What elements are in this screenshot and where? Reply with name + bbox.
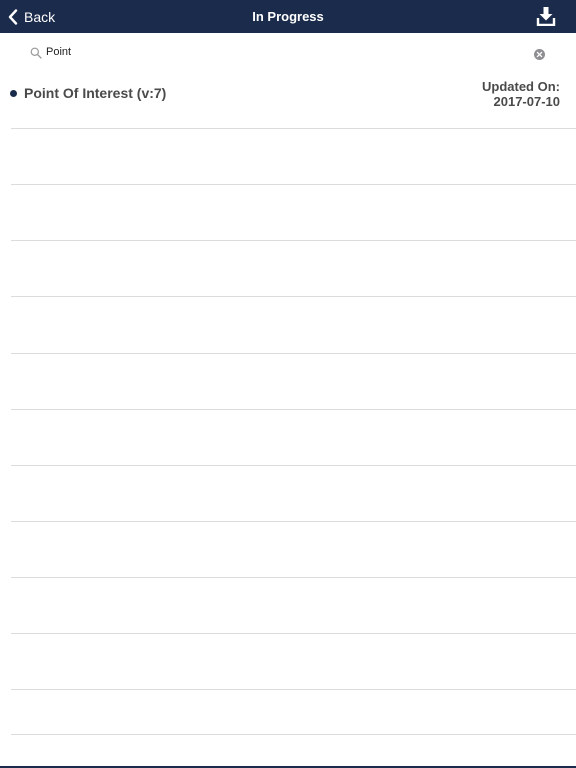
- empty-list-row: [0, 241, 576, 296]
- clear-circle-icon: [534, 49, 545, 60]
- app-root: Back In Progress Point Point Of Interest…: [0, 0, 576, 768]
- updated-label: Updated On:: [482, 79, 560, 94]
- empty-list-row: [0, 690, 576, 745]
- empty-list-row: [0, 185, 576, 240]
- back-button[interactable]: Back: [8, 0, 55, 33]
- download-icon: [536, 7, 556, 30]
- updated-info: Updated On: 2017-07-10: [482, 79, 560, 109]
- empty-list-row: [0, 297, 576, 352]
- empty-list-row: [0, 466, 576, 521]
- row-divider: [11, 734, 576, 735]
- updated-date: 2017-07-10: [493, 94, 561, 109]
- back-button-label: Back: [24, 8, 56, 25]
- list-item[interactable]: Point Of Interest (v:7) Updated On: 2017…: [0, 71, 576, 128]
- search-input[interactable]: [46, 42, 516, 62]
- search-icon: [30, 46, 42, 59]
- clear-search-button[interactable]: [534, 47, 545, 60]
- navigation-bar: Back In Progress: [0, 0, 576, 33]
- download-button[interactable]: [536, 6, 556, 27]
- empty-list-row: [0, 522, 576, 577]
- result-title: Point Of Interest (v:7): [24, 85, 167, 101]
- page-title: In Progress: [252, 9, 324, 24]
- empty-list-row: [0, 578, 576, 633]
- empty-list-row: [0, 410, 576, 465]
- empty-list-row: [0, 634, 576, 689]
- search-bar: [0, 33, 576, 71]
- chevron-left-icon: [8, 8, 18, 25]
- empty-list-row: [0, 354, 576, 409]
- bullet-dot: [10, 90, 17, 97]
- empty-list-row: [0, 129, 576, 184]
